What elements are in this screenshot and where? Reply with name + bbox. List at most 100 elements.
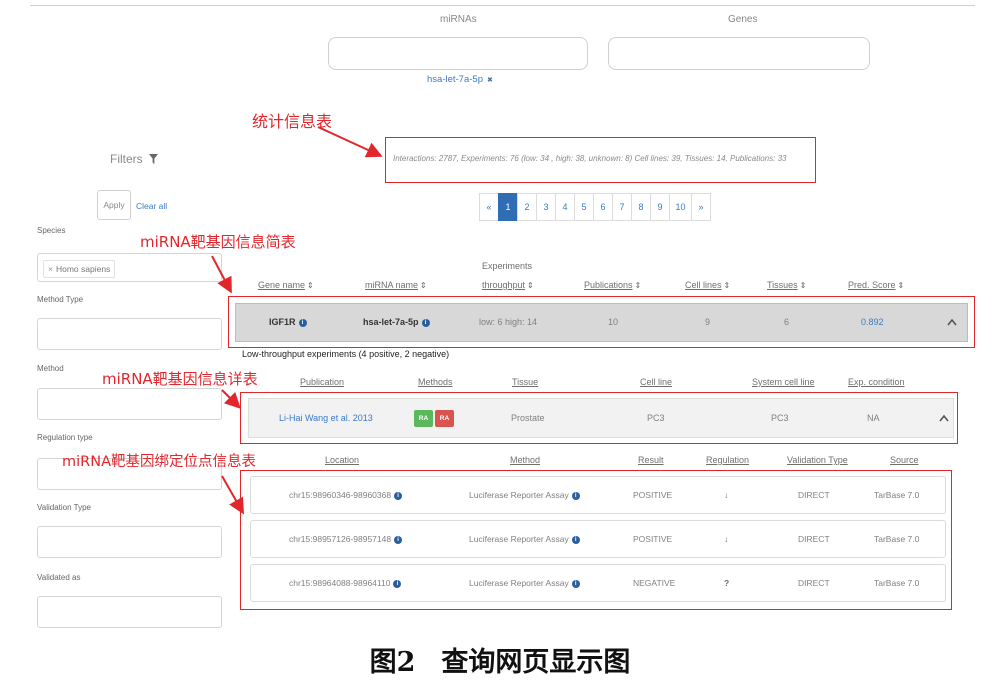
method-value: Luciferase Reporter Assay	[469, 578, 569, 588]
info-icon[interactable]	[421, 318, 430, 327]
col-mirna-name[interactable]: miRNA name	[365, 280, 427, 290]
source-cell: TarBase 7.0	[874, 490, 920, 500]
info-icon[interactable]	[393, 579, 402, 588]
regulation-icon	[724, 477, 728, 513]
experiment-row[interactable]: Li-Hai Wang et al. 2013 RA RA Prostate PC…	[248, 398, 954, 438]
gene-name: IGF1R	[269, 317, 296, 327]
col-publication[interactable]: Publication	[300, 377, 344, 387]
regulation-icon	[724, 565, 729, 601]
location-cell: chr15:98964088-98964110	[289, 565, 402, 601]
method-input[interactable]	[37, 388, 222, 420]
publications-cell: 10	[608, 317, 619, 327]
validation-type-input[interactable]	[37, 526, 222, 558]
col-regulation[interactable]: Regulation	[706, 455, 749, 465]
remove-icon[interactable]	[483, 74, 493, 85]
page-4[interactable]: 4	[555, 193, 575, 221]
methods-badges: RA RA	[414, 410, 456, 428]
binding-site-row[interactable]: chr15:98964088-98964110 Luciferase Repor…	[250, 564, 946, 602]
binding-site-row[interactable]: chr15:98957126-98957148 Luciferase Repor…	[250, 520, 946, 558]
genes-search-input[interactable]	[608, 37, 870, 70]
info-icon[interactable]	[571, 535, 580, 544]
species-label: Species	[37, 226, 66, 235]
stats-summary: Interactions: 2787, Experiments: 76 (low…	[393, 154, 787, 163]
page-1[interactable]: 1	[498, 193, 518, 221]
pagination-next[interactable]: »	[691, 193, 711, 221]
figure-title: 查询网页显示图	[441, 647, 631, 678]
col-location[interactable]: Location	[325, 455, 359, 465]
cell-line-cell: PC3	[647, 413, 665, 423]
method-type-label: Method Type	[37, 295, 84, 304]
selected-mirna-label: hsa-let-7a-5p	[427, 74, 483, 85]
method-badge-negative[interactable]: RA	[435, 410, 454, 428]
col-tissues[interactable]: Tissues	[767, 280, 806, 290]
publication-link[interactable]: Li-Hai Wang et al. 2013	[279, 399, 373, 437]
page-9[interactable]: 9	[650, 193, 670, 221]
remove-tag-icon[interactable]	[48, 264, 56, 274]
gene-cell: IGF1R	[269, 304, 307, 341]
validation-type-cell: DIRECT	[798, 578, 830, 588]
location-value: chr15:98957126-98957148	[289, 534, 392, 544]
col-validation-type[interactable]: Validation Type	[787, 455, 848, 465]
method-value: Luciferase Reporter Assay	[469, 534, 569, 544]
info-icon[interactable]	[394, 535, 403, 544]
page-7[interactable]: 7	[612, 193, 632, 221]
validated-as-label: Validated as	[37, 573, 81, 582]
col-result[interactable]: Result	[638, 455, 664, 465]
result-cell: NEGATIVE	[633, 578, 676, 588]
page-5[interactable]: 5	[574, 193, 594, 221]
pred-score-cell[interactable]: 0.892	[861, 304, 884, 341]
page-2[interactable]: 2	[517, 193, 537, 221]
clear-all-link[interactable]: Clear all	[136, 201, 167, 211]
page-3[interactable]: 3	[536, 193, 556, 221]
col-system-cell-line[interactable]: System cell line	[752, 377, 815, 387]
apply-button[interactable]: Apply	[97, 190, 131, 220]
page-10[interactable]: 10	[669, 193, 692, 221]
summary-row[interactable]: IGF1R hsa-let-7a-5p low: 6 high: 14 10 9…	[235, 303, 968, 342]
page-6[interactable]: 6	[593, 193, 613, 221]
info-icon[interactable]	[394, 491, 403, 500]
info-icon[interactable]	[298, 318, 307, 327]
exp-condition-cell: NA	[867, 413, 880, 423]
col-tissue[interactable]: Tissue	[512, 377, 538, 387]
info-icon[interactable]	[571, 579, 580, 588]
chevron-up-icon[interactable]	[939, 414, 949, 422]
species-select[interactable]: Homo sapiens	[37, 253, 222, 282]
selected-mirna-tag[interactable]: hsa-let-7a-5p	[427, 74, 493, 85]
cell-lines-cell: 9	[705, 317, 711, 327]
col-source[interactable]: Source	[890, 455, 919, 465]
location-cell: chr15:98960346-98960368	[289, 477, 403, 513]
genes-label: Genes	[728, 14, 758, 25]
system-cell-line-cell: PC3	[771, 413, 789, 423]
method-cell: Luciferase Reporter Assay	[469, 565, 580, 601]
col-cell-lines[interactable]: Cell lines	[685, 280, 730, 290]
detail-arrow	[221, 389, 241, 409]
funnel-icon	[149, 154, 159, 164]
col-pred-score[interactable]: Pred. Score	[848, 280, 904, 290]
chevron-up-icon[interactable]	[947, 318, 957, 326]
col-method[interactable]: Method	[510, 455, 540, 465]
source-cell: TarBase 7.0	[874, 578, 920, 588]
mirna-cell: hsa-let-7a-5p	[363, 304, 430, 341]
col-exp-condition[interactable]: Exp. condition	[848, 377, 905, 387]
col-throughput[interactable]: throughput	[482, 280, 534, 290]
col-methods[interactable]: Methods	[418, 377, 453, 387]
validated-as-input[interactable]	[37, 596, 222, 628]
method-type-input[interactable]	[37, 318, 222, 350]
binding-site-row[interactable]: chr15:98960346-98960368 Luciferase Repor…	[250, 476, 946, 514]
method-cell: Luciferase Reporter Assay	[469, 521, 580, 557]
species-tag[interactable]: Homo sapiens	[43, 260, 116, 278]
col-publications[interactable]: Publications	[584, 280, 641, 290]
throughput-cell: low: 6 high: 14	[479, 317, 538, 327]
result-cell: POSITIVE	[633, 490, 673, 500]
info-icon[interactable]	[571, 491, 580, 500]
col-cell-line[interactable]: Cell line	[640, 377, 672, 387]
method-cell: Luciferase Reporter Assay	[469, 477, 580, 513]
regulation-icon	[724, 521, 728, 557]
page-8[interactable]: 8	[631, 193, 651, 221]
mirnas-search-input[interactable]	[328, 37, 588, 70]
pagination-prev[interactable]: «	[479, 193, 499, 221]
location-value: chr15:98960346-98960368	[289, 490, 392, 500]
method-badge-positive[interactable]: RA	[414, 410, 433, 428]
col-gene-name[interactable]: Gene name	[258, 280, 314, 290]
annotation-summary: miRNA靶基因信息简表	[140, 233, 296, 251]
